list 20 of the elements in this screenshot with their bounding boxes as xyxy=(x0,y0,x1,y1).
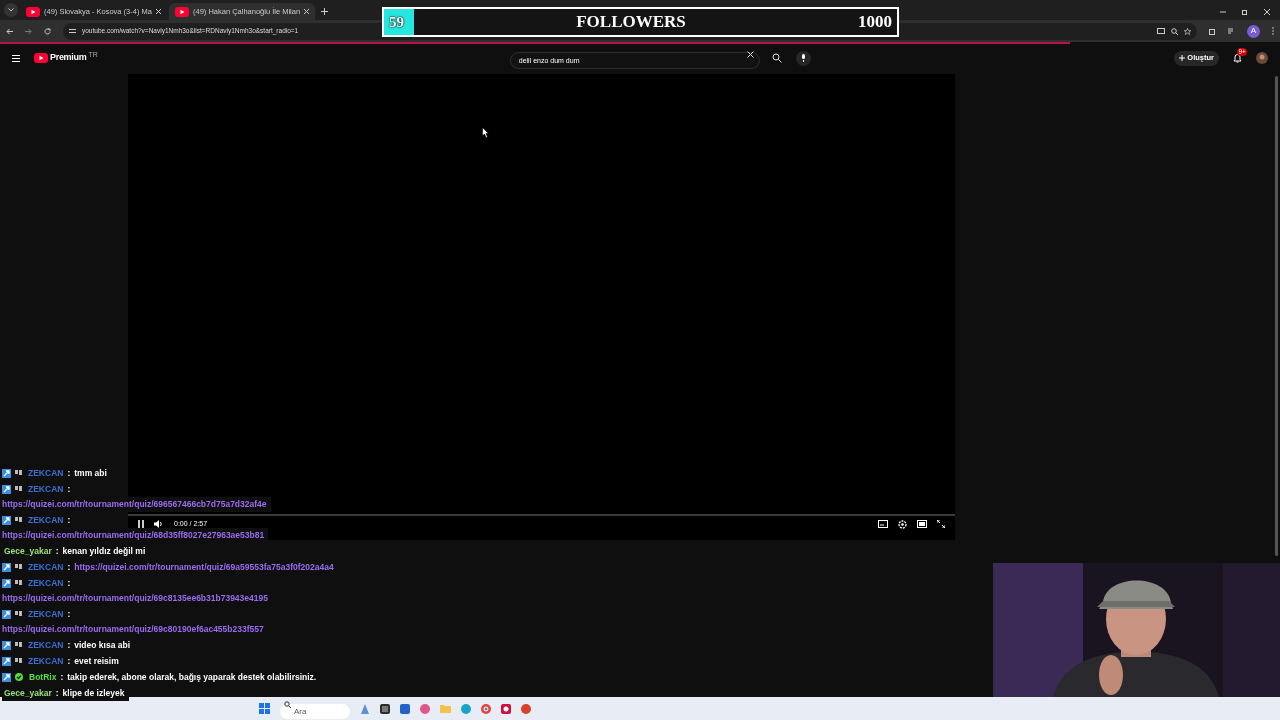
chat-message: kenan yıldız değil mi xyxy=(62,544,146,558)
goal-target: 1000 xyxy=(858,11,892,34)
chat-separator: : xyxy=(67,654,71,668)
chat-separator: : xyxy=(67,482,71,496)
chat-separator: : xyxy=(67,607,71,621)
chat-separator: : xyxy=(67,560,71,574)
chat-separator: : xyxy=(67,638,71,652)
chat-separator: : xyxy=(55,686,59,700)
chat-message: takip ederek, abone olarak, bağış yaparak destek olabilirsiniz. xyxy=(67,670,317,684)
chat-separator: : xyxy=(60,670,64,684)
chat-separator: : xyxy=(67,576,71,590)
chat-message: evet reisim xyxy=(74,654,119,668)
chat-message: video kısa abi xyxy=(74,638,130,652)
chat-message: klipe de izleyek xyxy=(62,686,125,700)
goal-label: FOLLOWERS xyxy=(575,11,687,34)
chat-message: tmm abi xyxy=(74,466,107,480)
chat-separator: : xyxy=(67,466,71,480)
chat-separator: : xyxy=(55,544,59,558)
follower-count: 59 xyxy=(389,12,404,32)
chat-separator: : xyxy=(67,513,71,527)
